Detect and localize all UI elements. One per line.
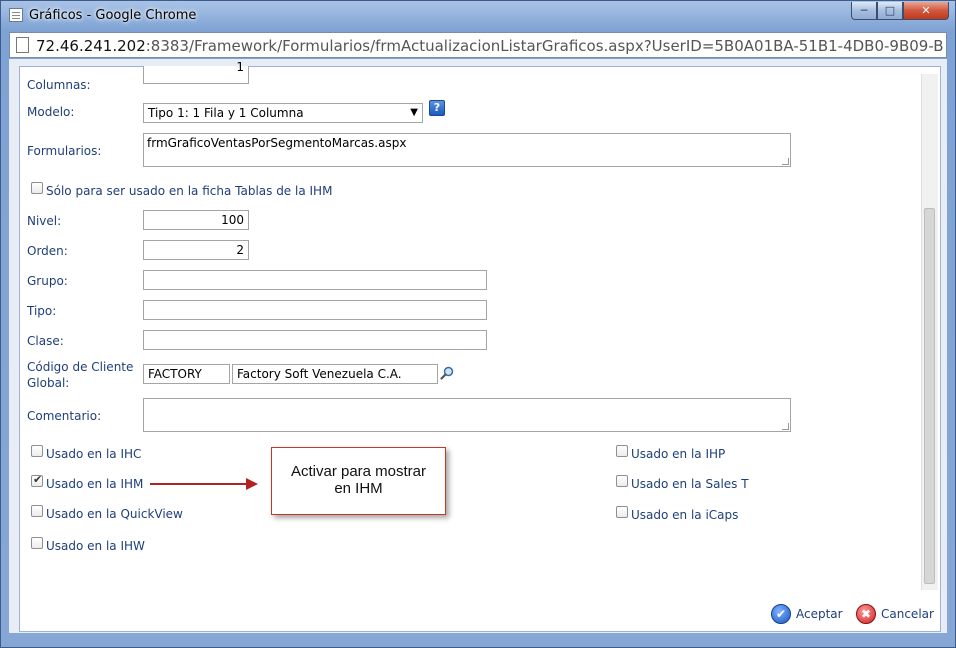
nivel-input[interactable]: 100 — [143, 210, 249, 230]
accept-button[interactable]: ✔ Aceptar — [771, 604, 843, 624]
clase-input[interactable] — [143, 330, 487, 350]
annotation-arrow-line — [150, 483, 248, 485]
orden-label: Orden: — [27, 244, 68, 258]
cliente-code-value: FACTORY — [148, 367, 202, 381]
window-controls: ─ □ ✕ — [851, 2, 949, 20]
window-title: Gráficos - Google Chrome — [29, 8, 197, 23]
url-host: 72.46.241.202 — [36, 37, 146, 55]
scrollbar-thumb[interactable] — [924, 208, 935, 584]
minimize-button[interactable]: ─ — [851, 2, 877, 20]
title-bar: Gráficos - Google Chrome ─ □ ✕ — [1, 1, 955, 31]
ihp-label: Usado en la IHP — [631, 447, 726, 461]
clase-label: Clase: — [27, 334, 64, 348]
ihc-checkbox[interactable] — [31, 445, 43, 457]
cancel-x-icon: ✖ — [856, 604, 876, 624]
cancel-button[interactable]: ✖ Cancelar — [856, 604, 934, 624]
window-page-icon — [9, 8, 23, 22]
icaps-label: Usado en la iCaps — [631, 508, 739, 522]
cancel-label: Cancelar — [881, 607, 934, 621]
cliente-label-line1: Código de Cliente — [27, 360, 134, 374]
checkmark-icon: ✔ — [771, 604, 791, 624]
search-icon[interactable] — [440, 366, 454, 380]
orden-value: 2 — [236, 243, 244, 257]
icaps-checkbox[interactable] — [616, 506, 628, 518]
ihc-label: Usado en la IHC — [46, 447, 142, 461]
quickview-label: Usado en la QuickView — [46, 507, 183, 521]
tipo-input[interactable] — [143, 300, 487, 320]
nivel-label: Nivel: — [27, 214, 62, 228]
cliente-code-input[interactable]: FACTORY — [143, 364, 230, 384]
formularios-textarea[interactable]: frmGraficoVentasPorSegmentoMarcas.aspx — [143, 133, 791, 167]
callout-line1: Activar para mostrar — [290, 463, 427, 480]
page-icon — [16, 37, 29, 53]
ihm-label: Usado en la IHM — [46, 477, 144, 491]
comentario-label: Comentario: — [27, 409, 102, 423]
ihm-checkbox[interactable] — [31, 473, 43, 487]
url-text: 72.46.241.202:8383/Framework/Formularios… — [36, 37, 944, 55]
resize-handle-icon[interactable] — [782, 158, 789, 165]
maximize-icon: □ — [884, 4, 896, 17]
sales-checkbox[interactable] — [616, 475, 628, 487]
resize-handle-icon[interactable] — [782, 423, 789, 430]
ihp-checkbox[interactable] — [616, 445, 628, 457]
url-path: :8383/Framework/Formularios/frmActualiza… — [145, 37, 944, 55]
modelo-select[interactable]: Tipo 1: 1 Fila y 1 Columna ▼ — [143, 103, 423, 123]
tipo-label: Tipo: — [27, 304, 57, 318]
modelo-label: Modelo: — [27, 105, 75, 119]
nivel-value: 100 — [221, 213, 244, 227]
formularios-label: Formularios: — [27, 144, 102, 158]
help-icon[interactable]: ? — [429, 100, 445, 116]
ihw-checkbox[interactable] — [31, 537, 43, 549]
maximize-button[interactable]: □ — [877, 2, 903, 20]
close-button[interactable]: ✕ — [903, 2, 949, 20]
formularios-value: frmGraficoVentasPorSegmentoMarcas.aspx — [147, 136, 407, 150]
modelo-value: Tipo 1: 1 Fila y 1 Columna — [148, 106, 304, 120]
quickview-checkbox[interactable] — [31, 505, 43, 517]
columnas-label: Columnas: — [27, 78, 91, 92]
columnas-value: 1 — [236, 60, 244, 74]
annotation-callout: Activar para mostrar en IHM — [271, 447, 446, 515]
minimize-icon: ─ — [860, 4, 868, 17]
solo-ihm-checkbox[interactable] — [31, 182, 43, 194]
vertical-scrollbar[interactable] — [921, 74, 938, 590]
solo-ihm-label: Sólo para ser usado en la ficha Tablas d… — [46, 184, 333, 198]
close-icon: ✕ — [921, 4, 931, 17]
accept-label: Aceptar — [796, 607, 843, 621]
dropdown-arrow-icon: ▼ — [410, 107, 418, 118]
sales-label: Usado en la Sales T — [631, 477, 749, 491]
comentario-textarea[interactable] — [143, 398, 791, 432]
callout-line2: en IHM — [334, 480, 383, 497]
grupo-input[interactable] — [143, 270, 487, 290]
columnas-input[interactable]: 1 — [143, 60, 249, 84]
cliente-name-input[interactable]: Factory Soft Venezuela C.A. — [232, 364, 438, 384]
cliente-name-value: Factory Soft Venezuela C.A. — [237, 367, 402, 381]
address-bar[interactable]: 72.46.241.202:8383/Framework/Formularios… — [9, 32, 947, 58]
grupo-label: Grupo: — [27, 274, 68, 288]
ihw-label: Usado en la IHW — [46, 539, 145, 553]
annotation-arrow-icon — [246, 478, 258, 490]
orden-input[interactable]: 2 — [143, 240, 249, 260]
cliente-label-line2: Global: — [27, 376, 70, 390]
